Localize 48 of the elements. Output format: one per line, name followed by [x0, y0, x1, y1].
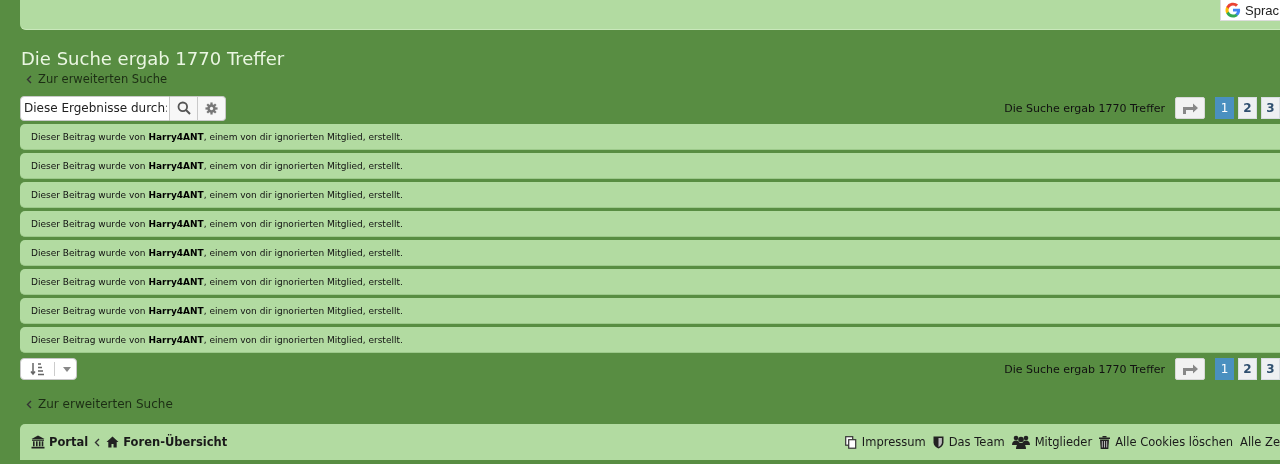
- jump-to-page-button[interactable]: [1175, 97, 1205, 119]
- result-count: Die Suche ergab 1770 Treffer: [1004, 362, 1165, 376]
- ignored-post-notice: Dieser Beitrag wurde von Harry4ANT, einem von dir ignorierten Mitglied, erstellt.: [31, 131, 403, 142]
- page-button[interactable]: 3: [1261, 358, 1280, 380]
- back-link[interactable]: Zur erweiterten Suche: [26, 397, 1280, 412]
- back-link[interactable]: Zur erweiterten Suche: [26, 72, 1280, 87]
- trash-icon: [1099, 435, 1111, 449]
- page-button[interactable]: 3: [1261, 97, 1280, 119]
- footer-link[interactable]: Das Team: [932, 435, 1005, 449]
- ignored-post-notice: Dieser Beitrag wurde von Harry4ANT, einem von dir ignorierten Mitglied, erstellt.: [31, 189, 403, 200]
- page-button[interactable]: 2: [1238, 97, 1257, 119]
- home-icon: [106, 436, 120, 448]
- result-count: Die Suche ergab 1770 Treffer: [1004, 101, 1165, 115]
- ignored-post-notice: Dieser Beitrag wurde von Harry4ANT, einem von dir ignorierten Mitglied, erstellt.: [31, 276, 403, 287]
- chevron-left-icon: [26, 75, 32, 84]
- columns-building-icon: [31, 435, 45, 449]
- ignored-post-notice: Dieser Beitrag wurde von Harry4ANT, einem von dir ignorierten Mitglied, erstellt.: [31, 218, 403, 229]
- translate-widget[interactable]: Sprac: [1220, 0, 1280, 21]
- page-button[interactable]: 2: [1238, 358, 1257, 380]
- sort-icon: [30, 362, 46, 376]
- chevron-left-icon: [94, 437, 101, 447]
- translate-label: Sprac: [1245, 2, 1279, 18]
- arrow-right-icon: [1181, 363, 1199, 375]
- settings-button[interactable]: [198, 95, 226, 121]
- arrow-right-icon: [1181, 102, 1199, 114]
- footer-link[interactable]: Alle Cookies löschen: [1099, 435, 1234, 449]
- chevron-left-icon: [26, 400, 32, 409]
- breadcrumb-link[interactable]: Foren-Übersicht: [106, 435, 228, 449]
- page-title: Die Suche ergab 1770 Treffer: [21, 48, 286, 70]
- footer-link[interactable]: Alle Ze: [1240, 435, 1280, 449]
- sort-button[interactable]: [20, 358, 77, 380]
- group-icon: [1011, 435, 1030, 449]
- ignored-post-notice: Dieser Beitrag wurde von Harry4ANT, einem von dir ignorierten Mitglied, erstellt.: [31, 305, 403, 316]
- ignored-post-notice: Dieser Beitrag wurde von Harry4ANT, einem von dir ignorierten Mitglied, erstellt.: [31, 160, 403, 171]
- copy-icon: [844, 435, 857, 449]
- breadcrumb-link[interactable]: Portal: [31, 435, 89, 449]
- caret-icon: [63, 366, 71, 372]
- search-field[interactable]: Diese Ergebnisse durch:: [20, 95, 170, 121]
- search-icon: [176, 101, 191, 115]
- ignored-post-notice: Dieser Beitrag wurde von Harry4ANT, einem von dir ignorierten Mitglied, erstellt.: [31, 334, 403, 345]
- footer-link[interactable]: Impressum: [844, 435, 926, 449]
- search-button[interactable]: [170, 95, 198, 121]
- footer-link[interactable]: Mitglieder: [1011, 435, 1093, 449]
- shield-icon: [932, 435, 944, 449]
- google-g-icon: [1225, 2, 1241, 18]
- ignored-post-notice: Dieser Beitrag wurde von Harry4ANT, einem von dir ignorierten Mitglied, erstellt.: [31, 247, 403, 258]
- settings-icon: [205, 101, 218, 115]
- jump-to-page-button[interactable]: [1175, 358, 1205, 380]
